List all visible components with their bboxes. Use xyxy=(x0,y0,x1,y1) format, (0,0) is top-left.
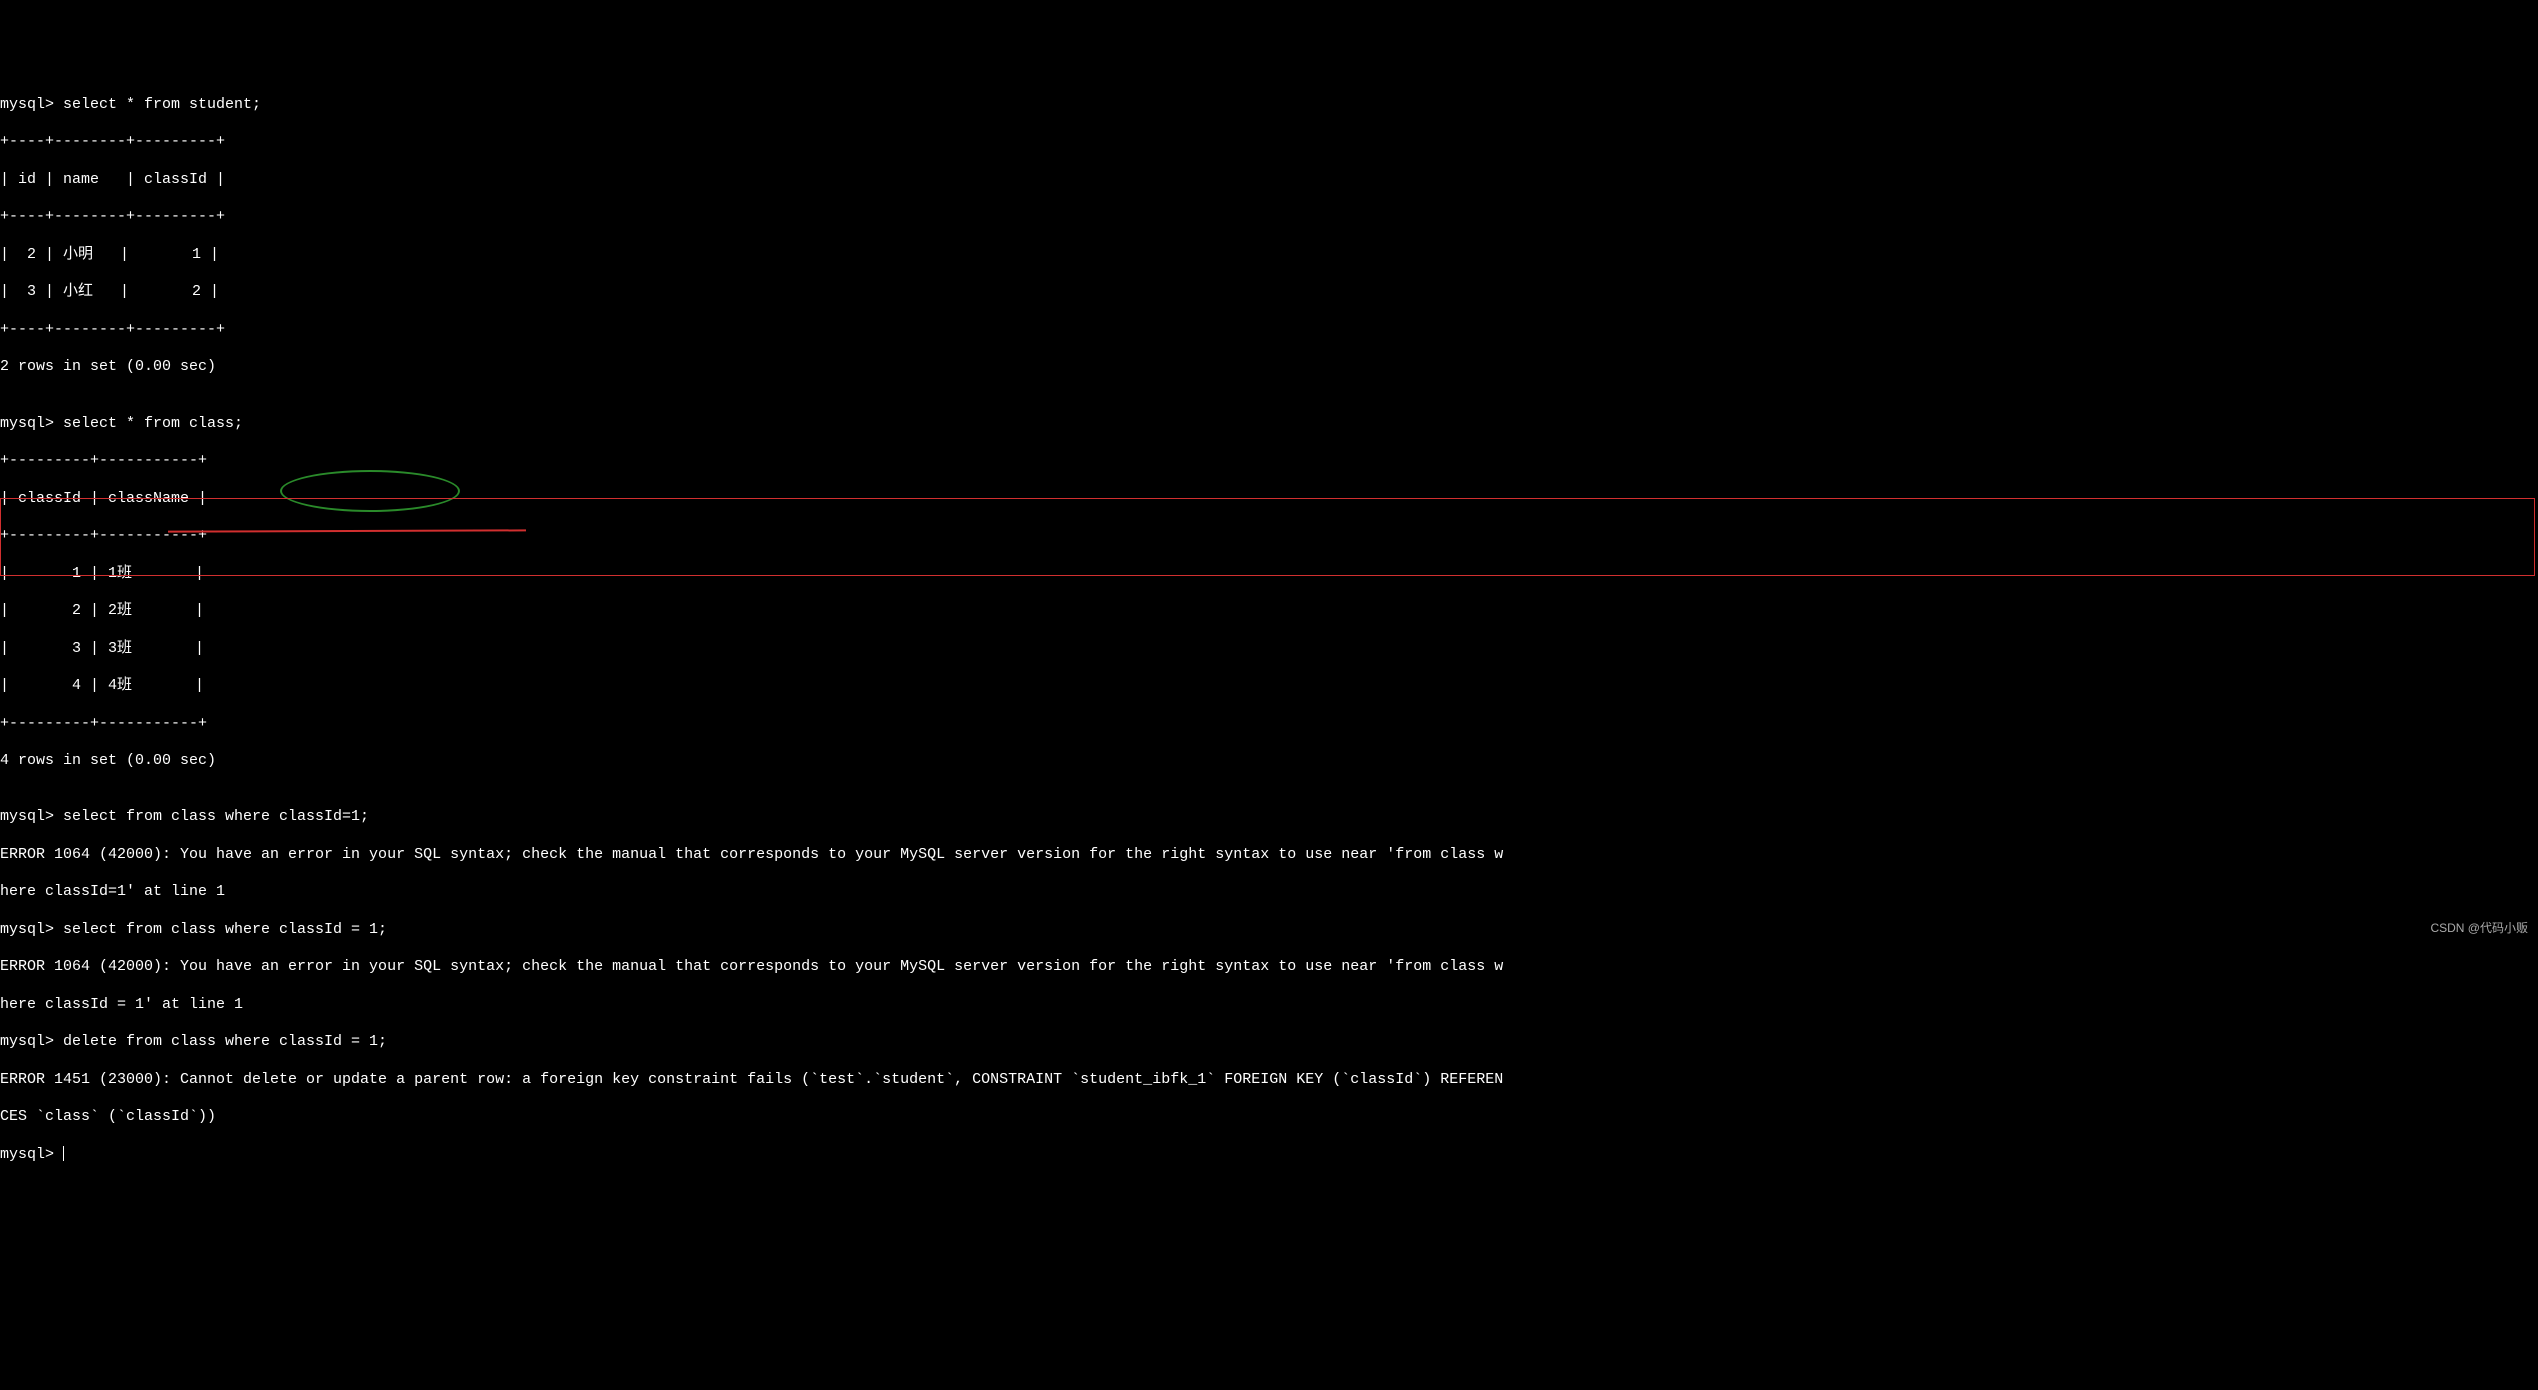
mysql-prompt: mysql> xyxy=(0,1146,63,1163)
terminal-line: mysql> select * from student; xyxy=(0,96,2538,115)
terminal-line: | classId | className | xyxy=(0,490,2538,509)
terminal-line: | 1 | 1班 | xyxy=(0,565,2538,584)
terminal-line: +---------+-----------+ xyxy=(0,715,2538,734)
terminal-line: +----+--------+---------+ xyxy=(0,321,2538,340)
cursor-icon xyxy=(63,1146,64,1161)
terminal-line: +----+--------+---------+ xyxy=(0,208,2538,227)
terminal-line: | 2 | 小明 | 1 | xyxy=(0,246,2538,265)
watermark-text: CSDN @代码小贩 xyxy=(2430,921,2528,936)
terminal-line: ERROR 1451 (23000): Cannot delete or upd… xyxy=(0,1071,2538,1090)
terminal-line: 4 rows in set (0.00 sec) xyxy=(0,752,2538,771)
terminal-line: mysql> select from class where classId =… xyxy=(0,921,2538,940)
terminal-line: ERROR 1064 (42000): You have an error in… xyxy=(0,846,2538,865)
terminal-line: | 3 | 3班 | xyxy=(0,640,2538,659)
terminal-line: | 2 | 2班 | xyxy=(0,602,2538,621)
terminal-line: | 3 | 小红 | 2 | xyxy=(0,283,2538,302)
mysql-terminal[interactable]: mysql> select * from student; +----+----… xyxy=(0,75,2538,1183)
terminal-line: mysql> select from class where classId=1… xyxy=(0,808,2538,827)
terminal-line: mysql> delete from class where classId =… xyxy=(0,1033,2538,1052)
terminal-line: | 4 | 4班 | xyxy=(0,677,2538,696)
terminal-line: +----+--------+---------+ xyxy=(0,133,2538,152)
terminal-line: mysql> select * from class; xyxy=(0,415,2538,434)
terminal-line: | id | name | classId | xyxy=(0,171,2538,190)
terminal-line: +---------+-----------+ xyxy=(0,452,2538,471)
terminal-line: +---------+-----------+ xyxy=(0,527,2538,546)
terminal-line: CES `class` (`classId`)) xyxy=(0,1108,2538,1127)
terminal-line: 2 rows in set (0.00 sec) xyxy=(0,358,2538,377)
terminal-line: here classId=1' at line 1 xyxy=(0,883,2538,902)
terminal-prompt-line[interactable]: mysql> xyxy=(0,1146,2538,1165)
terminal-line: here classId = 1' at line 1 xyxy=(0,996,2538,1015)
terminal-line: ERROR 1064 (42000): You have an error in… xyxy=(0,958,2538,977)
